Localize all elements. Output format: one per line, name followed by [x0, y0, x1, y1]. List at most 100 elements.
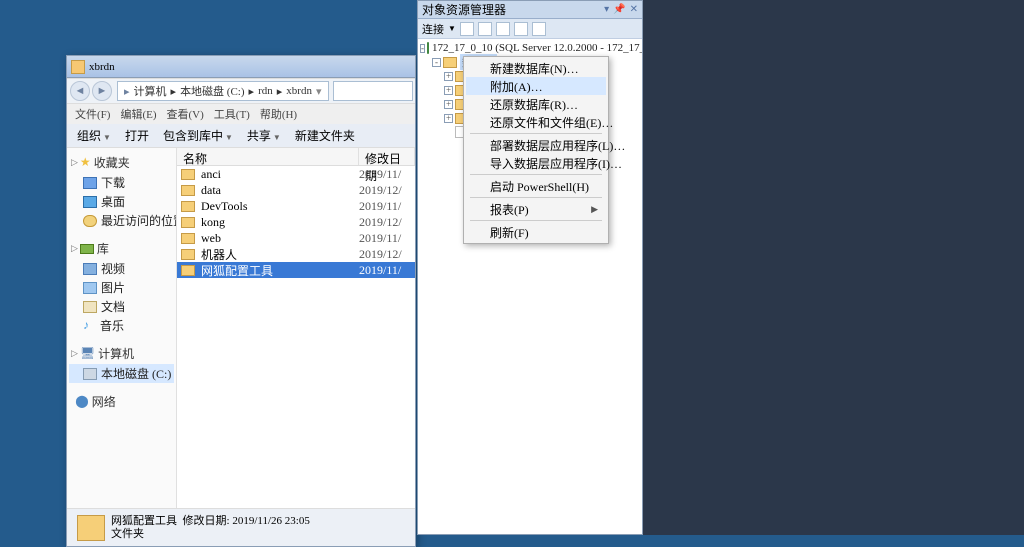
close-icon[interactable]: ✕: [630, 4, 638, 15]
explorer-titlebar[interactable]: xbrdn: [67, 56, 415, 78]
file-name: 机器人: [201, 246, 359, 263]
menu-separator: [470, 197, 602, 198]
folder-icon: [181, 169, 195, 180]
tree-server-node[interactable]: - 172_17_0_10 (SQL Server 12.0.2000 - 17…: [420, 41, 640, 55]
menu-label: 部署数据层应用程序(L)…: [490, 137, 625, 154]
col-date[interactable]: 修改日期: [359, 148, 415, 165]
nav-back-button[interactable]: ◄: [70, 81, 90, 101]
crumb-xbrdn[interactable]: xbrdn: [284, 85, 314, 97]
file-row[interactable]: 网狐配置工具2019/11/: [177, 262, 415, 278]
open-button[interactable]: 打开: [119, 125, 155, 146]
connect-button[interactable]: 连接: [422, 21, 444, 37]
menu-help[interactable]: 帮助(H): [256, 106, 301, 122]
folder-icon: [71, 60, 85, 74]
crumb-disk-c[interactable]: 本地磁盘 (C:): [178, 83, 246, 99]
dropdown-icon[interactable]: ▾: [604, 4, 609, 15]
file-row[interactable]: DevTools2019/11/: [177, 198, 415, 214]
menu-separator: [470, 174, 602, 175]
sidebar-item-pictures[interactable]: 图片: [69, 278, 174, 297]
menu-item[interactable]: 还原数据库(R)…: [466, 95, 606, 113]
crumb-rdn[interactable]: rdn: [256, 85, 275, 97]
toolbar-icon[interactable]: [514, 22, 528, 36]
crumb-computer[interactable]: 计算机: [132, 83, 169, 99]
toolbar-icon[interactable]: [496, 22, 510, 36]
detail-date: 2019/11/26 23:05: [232, 515, 310, 527]
menu-label: 新建数据库(N)…: [490, 60, 579, 77]
toolbar-icon[interactable]: [532, 22, 546, 36]
file-name: web: [201, 231, 359, 246]
file-row[interactable]: web2019/11/: [177, 230, 415, 246]
sidebar-item-documents[interactable]: 文档: [69, 297, 174, 316]
breadcrumb[interactable]: ▸ 计算机▸ 本地磁盘 (C:)▸ rdn▸ xbrdn▾: [117, 81, 329, 101]
menu-item[interactable]: 还原文件和文件组(E)…: [466, 113, 606, 131]
menu-item[interactable]: 部署数据层应用程序(L)…: [466, 136, 606, 154]
file-row[interactable]: anci2019/11/: [177, 166, 415, 182]
sidebar-item-music[interactable]: ♪ 音乐: [69, 316, 174, 335]
file-row[interactable]: kong2019/12/: [177, 214, 415, 230]
menu-item[interactable]: 启动 PowerShell(H): [466, 177, 606, 195]
file-name: DevTools: [201, 199, 359, 214]
file-row[interactable]: data2019/12/: [177, 182, 415, 198]
sidebar-item-desktop[interactable]: 桌面: [69, 192, 174, 211]
menu-item[interactable]: 报表(P)▶: [466, 200, 606, 218]
menu-file[interactable]: 文件(F): [71, 106, 114, 122]
menu-edit[interactable]: 编辑(E): [116, 106, 160, 122]
include-library-button[interactable]: 包含到库中▼: [157, 125, 239, 146]
folder-icon: [181, 185, 195, 196]
toolbar-icon[interactable]: [478, 22, 492, 36]
sidebar-library-header[interactable]: ▷ 库: [69, 238, 174, 259]
file-rows: anci2019/11/data2019/12/DevTools2019/11/…: [177, 166, 415, 508]
col-name[interactable]: 名称: [177, 148, 359, 165]
sidebar-item-recent[interactable]: 最近访问的位置: [69, 211, 174, 230]
file-date: 2019/12/: [359, 247, 415, 262]
server-label: 172_17_0_10 (SQL Server 12.0.2000 - 172_…: [432, 42, 642, 54]
nav-forward-button[interactable]: ►: [92, 81, 112, 101]
sidebar-item-videos[interactable]: 视频: [69, 259, 174, 278]
window-title: xbrdn: [89, 61, 115, 73]
sidebar: ▷★ 收藏夹 下载 桌面 最近访问的位置 ▷ 库 视频 图片 文档 ♪ 音乐 ▷…: [67, 148, 177, 508]
menu-label: 还原数据库(R)…: [490, 96, 578, 113]
new-folder-button[interactable]: 新建文件夹: [289, 125, 361, 146]
explorer-window: xbrdn ◄ ► ▸ 计算机▸ 本地磁盘 (C:)▸ rdn▸ xbrdn▾ …: [66, 55, 416, 547]
menu-separator: [470, 220, 602, 221]
object-explorer-toolbar: 连接▼: [418, 19, 642, 39]
toolbar: 组织▼ 打开 包含到库中▼ 共享▼ 新建文件夹: [67, 124, 415, 148]
submenu-arrow-icon: ▶: [591, 204, 598, 215]
column-headers[interactable]: 名称 修改日期: [177, 148, 415, 166]
file-date: 2019/12/: [359, 215, 415, 230]
file-date: 2019/11/: [359, 167, 415, 182]
search-input[interactable]: [333, 81, 413, 101]
folder-icon: [443, 57, 457, 68]
menu-separator: [470, 133, 602, 134]
menu-label: 刷新(F): [490, 224, 529, 241]
panel-title: 对象资源管理器: [422, 1, 506, 18]
menu-item[interactable]: 刷新(F): [466, 223, 606, 241]
file-pane: 名称 修改日期 anci2019/11/data2019/12/DevTools…: [177, 148, 415, 508]
pin-icon[interactable]: 📌: [613, 4, 625, 15]
sidebar-item-downloads[interactable]: 下载: [69, 173, 174, 192]
file-row[interactable]: 机器人2019/12/: [177, 246, 415, 262]
share-button[interactable]: 共享▼: [241, 125, 287, 146]
file-date: 2019/11/: [359, 231, 415, 246]
menu-tool[interactable]: 工具(T): [210, 106, 254, 122]
menu-view[interactable]: 查看(V): [163, 106, 208, 122]
file-date: 2019/12/: [359, 183, 415, 198]
sidebar-network-header[interactable]: ⬤ 网络: [69, 391, 174, 412]
folder-icon: [181, 217, 195, 228]
folder-icon: [181, 249, 195, 260]
menu-item[interactable]: 新建数据库(N)…: [466, 59, 606, 77]
sidebar-favorites-header[interactable]: ▷★ 收藏夹: [69, 152, 174, 173]
sidebar-computer-header[interactable]: ▷🖥 计算机: [69, 343, 174, 364]
dark-app-pane: [643, 0, 1024, 535]
server-icon: [427, 42, 429, 54]
menu-item[interactable]: 导入数据层应用程序(I)…: [466, 154, 606, 172]
sidebar-item-disk-c[interactable]: 本地磁盘 (C:): [69, 364, 174, 383]
menu-label: 导入数据层应用程序(I)…: [490, 155, 622, 172]
file-name: 网狐配置工具: [201, 262, 359, 279]
menu-item[interactable]: 附加(A)…: [466, 77, 606, 95]
object-explorer-header[interactable]: 对象资源管理器 ▾ 📌 ✕: [418, 1, 642, 19]
organize-button[interactable]: 组织▼: [71, 125, 117, 146]
context-menu: 新建数据库(N)…附加(A)…还原数据库(R)…还原文件和文件组(E)… 部署数据…: [463, 56, 609, 244]
toolbar-icon[interactable]: [460, 22, 474, 36]
file-date: 2019/11/: [359, 263, 415, 278]
